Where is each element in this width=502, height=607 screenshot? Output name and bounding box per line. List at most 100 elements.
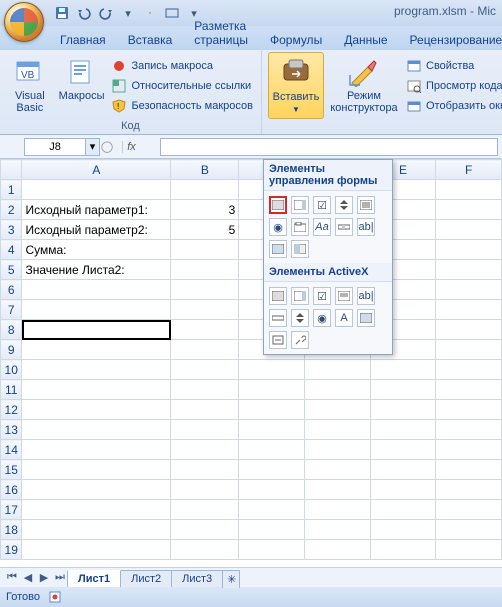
row-header[interactable]: 10 (1, 360, 22, 380)
sheet-nav-next-icon[interactable]: ▶ (36, 570, 52, 586)
cell[interactable] (239, 500, 305, 520)
cell[interactable] (171, 300, 239, 320)
cell[interactable] (436, 260, 502, 280)
tab-data[interactable]: Данные (336, 29, 395, 50)
cell[interactable] (436, 200, 502, 220)
col-header-b[interactable]: B (171, 160, 239, 180)
cell[interactable] (370, 380, 436, 400)
cell[interactable] (304, 440, 370, 460)
cell[interactable] (239, 420, 305, 440)
cell[interactable] (239, 380, 305, 400)
cell[interactable] (22, 280, 171, 300)
cell[interactable] (304, 540, 370, 560)
cell[interactable] (22, 300, 171, 320)
tab-pagelayout[interactable]: Разметка страницы (186, 15, 256, 50)
cell[interactable] (304, 520, 370, 540)
insert-controls-button[interactable]: Вставить ▼ (268, 52, 324, 119)
ax-spin-icon[interactable] (291, 309, 309, 327)
view-code-button[interactable]: Просмотр кода (404, 77, 502, 95)
cell[interactable] (239, 540, 305, 560)
cell[interactable]: 3 (171, 200, 239, 220)
ax-button-icon[interactable] (269, 287, 287, 305)
macros-button[interactable]: Макросы (58, 52, 106, 119)
form-button-icon[interactable] (269, 196, 287, 214)
cell[interactable] (171, 520, 239, 540)
cell[interactable] (22, 420, 171, 440)
tab-insert[interactable]: Вставка (120, 29, 181, 50)
form-edit-icon[interactable]: ab| (357, 218, 375, 236)
formula-input[interactable] (160, 138, 498, 156)
cell[interactable] (171, 340, 239, 360)
cell[interactable] (436, 520, 502, 540)
cell[interactable] (436, 540, 502, 560)
cell[interactable] (436, 280, 502, 300)
cell[interactable] (304, 420, 370, 440)
cell[interactable] (22, 360, 171, 380)
undo-icon[interactable] (74, 3, 94, 23)
form-image-icon[interactable] (269, 240, 287, 258)
cell[interactable] (436, 440, 502, 460)
relative-refs-button[interactable]: Относительные ссылки (109, 77, 255, 95)
ax-option-icon[interactable]: ◉ (313, 309, 331, 327)
sheet-tab-1[interactable]: Лист1 (67, 570, 121, 587)
cell[interactable] (370, 420, 436, 440)
form-option-icon[interactable]: ◉ (269, 218, 287, 236)
ax-more-icon[interactable] (269, 331, 287, 349)
row-header[interactable]: 5 (1, 260, 22, 280)
sheet-tab-3[interactable]: Лист3 (171, 570, 223, 587)
row-header[interactable]: 12 (1, 400, 22, 420)
cell[interactable] (436, 420, 502, 440)
ax-text-icon[interactable]: ab| (357, 287, 375, 305)
row-header[interactable]: 6 (1, 280, 22, 300)
cell[interactable] (171, 420, 239, 440)
cell[interactable] (304, 460, 370, 480)
ax-image-icon[interactable] (357, 309, 375, 327)
run-dialog-button[interactable]: Отобразить окн (404, 97, 502, 115)
sheet-nav-first-icon[interactable]: ⏮ (4, 570, 20, 586)
cell[interactable] (436, 300, 502, 320)
cell[interactable] (22, 340, 171, 360)
row-header[interactable]: 9 (1, 340, 22, 360)
form-combo-icon[interactable] (291, 196, 309, 214)
properties-button[interactable]: Свойства (404, 57, 502, 75)
sheet-nav-prev-icon[interactable]: ◀ (20, 570, 36, 586)
cell[interactable] (370, 440, 436, 460)
cell[interactable] (436, 220, 502, 240)
cell[interactable] (171, 500, 239, 520)
form-list-icon[interactable] (357, 196, 375, 214)
cell[interactable] (370, 500, 436, 520)
cell[interactable] (22, 500, 171, 520)
cell[interactable] (22, 400, 171, 420)
cell[interactable] (436, 480, 502, 500)
cell[interactable] (239, 440, 305, 460)
cell[interactable] (171, 260, 239, 280)
cell[interactable] (239, 400, 305, 420)
design-mode-button[interactable]: Режим конструктора (328, 52, 400, 119)
row-header[interactable]: 3 (1, 220, 22, 240)
row-header[interactable]: 15 (1, 460, 22, 480)
cell[interactable] (370, 480, 436, 500)
cell[interactable] (171, 480, 239, 500)
sheet-tab-2[interactable]: Лист2 (120, 570, 172, 587)
sheet-nav-last-icon[interactable]: ⏭ (52, 570, 68, 586)
row-header[interactable]: 2 (1, 200, 22, 220)
cell[interactable] (22, 440, 171, 460)
ax-check-icon[interactable]: ☑ (313, 287, 331, 305)
cell[interactable] (239, 480, 305, 500)
row-header[interactable]: 11 (1, 380, 22, 400)
ax-label-icon[interactable]: A (335, 309, 353, 327)
col-header-a[interactable]: A (22, 160, 171, 180)
cell[interactable] (436, 400, 502, 420)
form-toggle-icon[interactable] (291, 240, 309, 258)
chevron-down-icon[interactable]: ▾ (118, 3, 138, 23)
cell[interactable] (370, 460, 436, 480)
form-scroll-icon[interactable] (335, 218, 353, 236)
sheet-tab-new[interactable]: ✳ (222, 570, 240, 588)
macro-security-button[interactable]: !Безопасность макросов (109, 97, 255, 115)
cell[interactable] (304, 380, 370, 400)
cell[interactable] (22, 180, 171, 200)
name-box[interactable]: J8 (24, 138, 86, 156)
cell[interactable]: Исходный параметр2: (22, 220, 171, 240)
ax-scroll-icon[interactable] (269, 309, 287, 327)
visual-basic-button[interactable]: VB Visual Basic (6, 52, 54, 119)
